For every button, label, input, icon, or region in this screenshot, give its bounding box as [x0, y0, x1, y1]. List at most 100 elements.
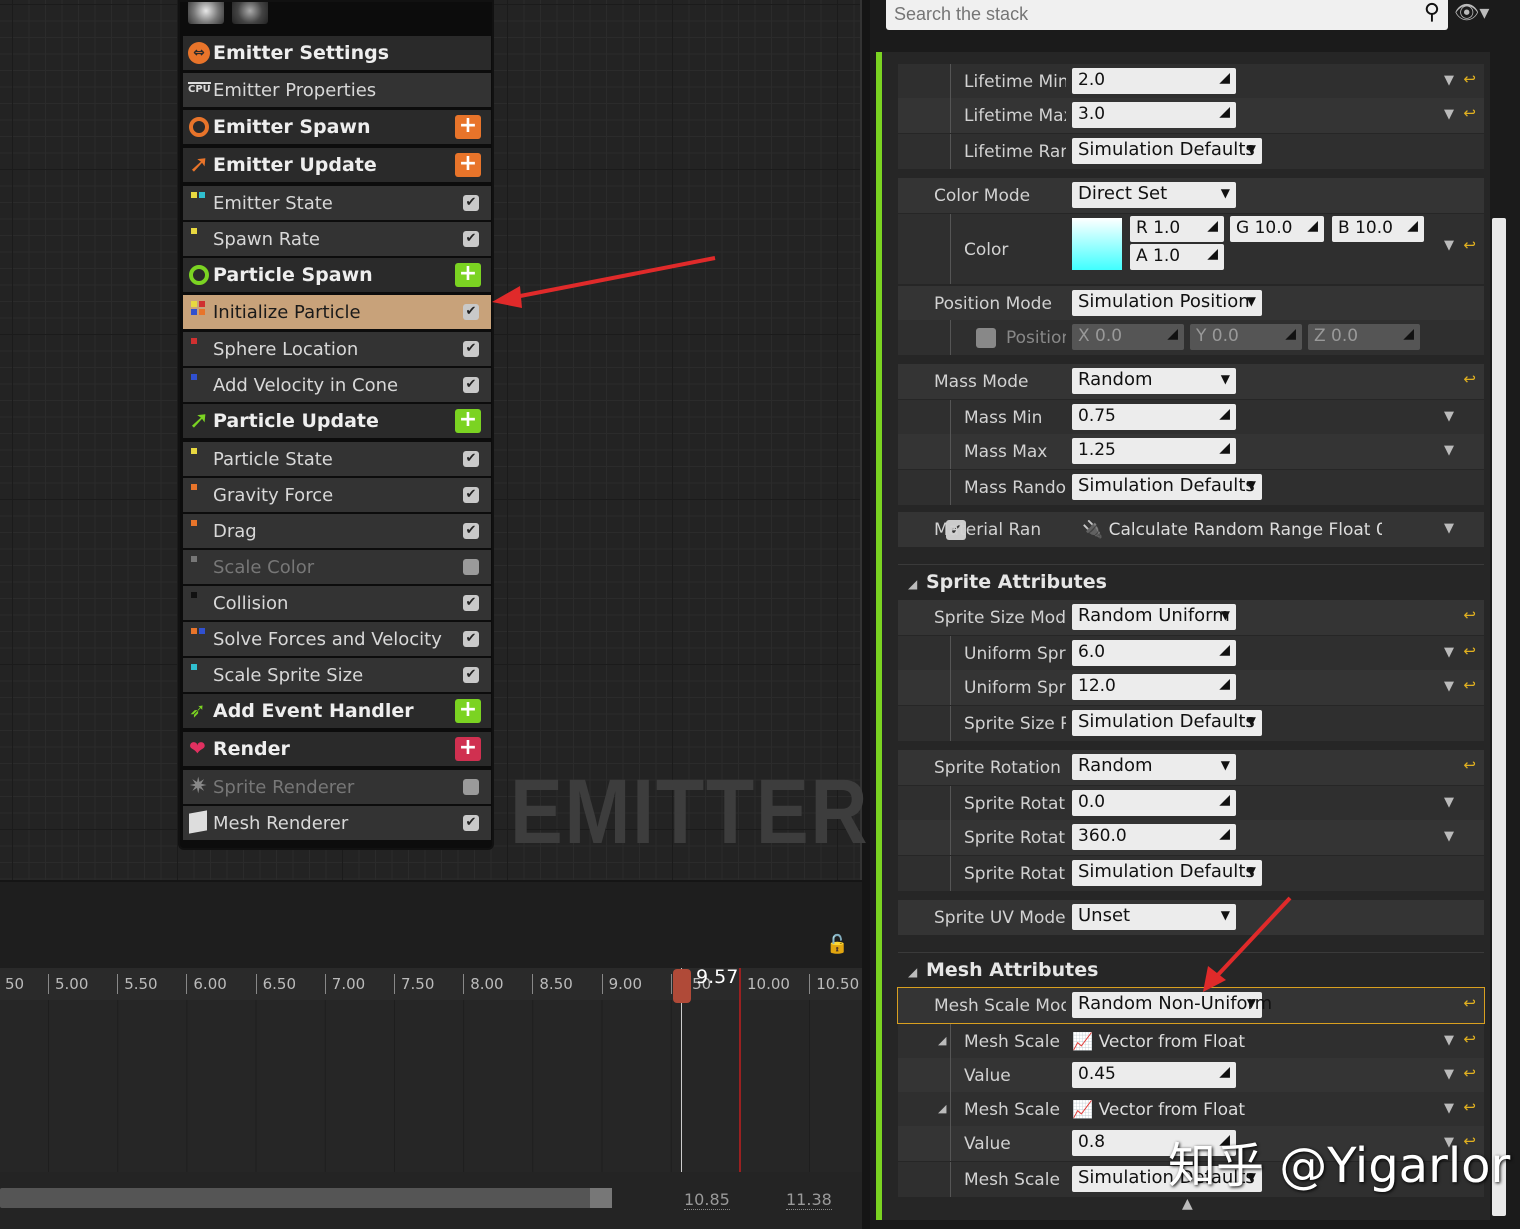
node-module-emitter-update[interactable]: ➚ Emitter Update + [183, 148, 491, 182]
reset-to-default-icon[interactable]: ↩ [1463, 756, 1476, 774]
add-module-button[interactable]: + [455, 115, 481, 139]
range-start[interactable]: 10.85 [684, 1190, 730, 1210]
dropdown-select[interactable]: Random [1072, 368, 1236, 394]
reset-to-default-icon[interactable]: ↩ [1463, 676, 1476, 694]
reset-to-default-icon[interactable]: ↩ [1463, 642, 1476, 660]
property-row[interactable]: Mass Mode Random ↩ [898, 364, 1484, 399]
vector-x-field[interactable]: X 0.0 [1072, 324, 1184, 350]
node-graph-canvas[interactable]: EMITTER ⇔ Emitter Settings CPU Emitter Prop… [0, 0, 868, 880]
collapse-triangle-icon[interactable]: ◢ [908, 577, 917, 591]
property-row[interactable]: ◢ Mesh Scale M 📈 Vector from Float ▼ ↩ [898, 1024, 1484, 1059]
dynamic-input-function[interactable]: 📈 Vector from Float [1072, 1100, 1372, 1120]
property-row[interactable]: ✔ Material Ran 🔌 Calculate Random Range Fl… [898, 512, 1484, 547]
node-module-spawn-rate[interactable]: Spawn Rate ✔ [183, 222, 491, 256]
module-enabled-checkbox[interactable]: ✔ [463, 815, 479, 831]
module-enabled-checkbox[interactable]: ✔ [463, 377, 479, 393]
options-dropdown-icon[interactable]: ▼ [1444, 1067, 1454, 1082]
node-module-particle-update[interactable]: ➚ Particle Update + [183, 404, 491, 438]
number-field[interactable]: 360.0 [1072, 824, 1236, 850]
visibility-eye-icon[interactable]: 👁▾ [1454, 0, 1489, 24]
options-dropdown-icon[interactable]: ▼ [1444, 1033, 1454, 1048]
node-module-emitter-spawn[interactable]: Emitter Spawn + [183, 110, 491, 144]
dynamic-input-function[interactable]: 📈 Vector from Float [1072, 1032, 1372, 1052]
property-row[interactable]: Lifetime Rand Simulation Defaults [898, 134, 1484, 169]
dropdown-select[interactable]: Simulation Defaults [1072, 860, 1262, 886]
node-module-sphere-location[interactable]: Sphere Location ✔ [183, 332, 491, 366]
number-field[interactable]: 12.0 [1072, 674, 1236, 700]
options-dropdown-icon[interactable]: ▼ [1444, 521, 1454, 536]
reset-to-default-icon[interactable]: ↩ [1463, 1098, 1476, 1116]
expand-triangle-icon[interactable]: ◢ [938, 1034, 946, 1047]
emitter-node[interactable]: ⇔ Emitter Settings CPU Emitter Properties Em… [178, 0, 494, 850]
dropdown-select[interactable]: Random Non-Uniform [1072, 992, 1272, 1018]
section-sprite-attributes[interactable]: ◢ Sprite Attributes [898, 564, 1484, 600]
reset-to-default-icon[interactable]: ↩ [1463, 606, 1476, 624]
property-row[interactable]: Value 0.45 ▼ ↩ [898, 1058, 1484, 1093]
number-field[interactable]: 0.0 [1072, 790, 1236, 816]
property-row[interactable]: Color Mode Direct Set [898, 178, 1484, 213]
number-field[interactable]: 1.25 [1072, 438, 1236, 464]
options-dropdown-icon[interactable]: ▼ [1444, 829, 1454, 844]
dropdown-select[interactable]: Simulation Defaults [1072, 710, 1262, 736]
node-module-drag[interactable]: Drag ✔ [183, 514, 491, 548]
vertical-scrollbar[interactable] [1492, 218, 1506, 1216]
timeline-track-area[interactable] [0, 1000, 862, 1172]
section-mesh-attributes[interactable]: ◢ Mesh Attributes [898, 952, 1484, 988]
dropdown-select[interactable]: Unset [1072, 904, 1236, 930]
options-dropdown-icon[interactable]: ▼ [1444, 645, 1454, 660]
number-field[interactable]: 3.0 [1072, 102, 1236, 128]
expand-triangle-icon[interactable]: ◢ [938, 1102, 946, 1115]
module-enabled-checkbox[interactable]: ✔ [463, 487, 479, 503]
property-row[interactable]: Uniform Sprite 6.0 ▼ ↩ [898, 636, 1484, 671]
color-b-field[interactable]: B 10.0 [1332, 216, 1424, 242]
property-row[interactable]: Sprite Rotatic Simulation Defaults [898, 856, 1484, 891]
node-module-emitter-settings[interactable]: ⇔ Emitter Settings [183, 36, 491, 70]
options-dropdown-icon[interactable]: ▼ [1444, 107, 1454, 122]
options-dropdown-icon[interactable]: ▼ [1444, 795, 1454, 810]
reset-to-default-icon[interactable]: ↩ [1463, 370, 1476, 388]
reset-to-default-icon[interactable]: ↩ [1463, 70, 1476, 88]
node-module-render[interactable]: ❤ Render + [183, 732, 491, 766]
dropdown-select[interactable]: Random Uniform [1072, 604, 1236, 630]
module-enabled-checkbox[interactable]: ✔ [463, 523, 479, 539]
node-module-mesh-renderer[interactable]: Mesh Renderer ✔ [183, 806, 491, 840]
node-module-emitter-properties[interactable]: CPU Emitter Properties [183, 73, 491, 107]
options-dropdown-icon[interactable]: ▼ [1444, 409, 1454, 424]
module-enabled-checkbox[interactable]: ✔ [463, 341, 479, 357]
reset-to-default-icon[interactable]: ↩ [1463, 1064, 1476, 1082]
property-row[interactable]: Sprite Size Mode Random Uniform ↩ [898, 600, 1484, 635]
dropdown-select[interactable]: Simulation Position [1072, 290, 1262, 316]
property-row[interactable]: Mass Min 0.75 ▼ [898, 400, 1484, 435]
node-module-particle-spawn[interactable]: Particle Spawn + [183, 258, 491, 292]
add-module-button[interactable]: + [455, 263, 481, 287]
options-dropdown-icon[interactable]: ▼ [1444, 443, 1454, 458]
scroll-up-icon[interactable]: ▲ [1182, 1196, 1193, 1212]
module-enabled-checkbox[interactable]: ✔ [463, 631, 479, 647]
options-dropdown-icon[interactable]: ▼ [1444, 679, 1454, 694]
reset-to-default-icon[interactable]: ↩ [1463, 236, 1476, 254]
vector-z-field[interactable]: Z 0.0 [1308, 324, 1420, 350]
reset-to-default-icon[interactable]: ↩ [1463, 994, 1476, 1012]
timeline-panel[interactable]: 🔓 50 5.00 5.50 6.00 6.50 7.00 7.50 8.00 8.50 9.00… [0, 882, 862, 1229]
node-module-particle-state[interactable]: Particle State ✔ [183, 442, 491, 476]
timeline-scrollbar[interactable] [0, 1188, 612, 1208]
property-row[interactable]: Position X 0.0Y 0.0Z 0.0 [898, 320, 1484, 355]
lock-icon[interactable]: 🔓 [826, 934, 848, 955]
node-module-initialize-particle[interactable]: Initialize Particle ✔ [183, 295, 491, 329]
node-module-add-velocity-in-cone[interactable]: Add Velocity in Cone ✔ [183, 368, 491, 402]
add-module-button[interactable]: + [455, 737, 481, 761]
color-g-field[interactable]: G 10.0 [1230, 216, 1324, 242]
module-enabled-checkbox[interactable]: ✔ [463, 667, 479, 683]
node-module-scale-sprite-size[interactable]: Scale Sprite Size ✔ [183, 658, 491, 692]
timeline-scrollbar-thumb[interactable] [590, 1188, 612, 1208]
module-enabled-checkbox[interactable]: ✔ [463, 304, 479, 320]
timeline-end-marker[interactable] [739, 968, 741, 1172]
options-dropdown-icon[interactable]: ▼ [1444, 1101, 1454, 1116]
property-row[interactable]: Position Mode Simulation Position [898, 286, 1484, 321]
color-r-field[interactable]: R 1.0 [1130, 216, 1224, 242]
node-module-gravity-force[interactable]: Gravity Force ✔ [183, 478, 491, 512]
search-input[interactable] [894, 2, 1394, 26]
property-row[interactable]: Sprite Rotation M Random ↩ [898, 750, 1484, 785]
property-row[interactable]: Mass Random Simulation Defaults [898, 470, 1484, 505]
add-module-button[interactable]: + [455, 699, 481, 723]
